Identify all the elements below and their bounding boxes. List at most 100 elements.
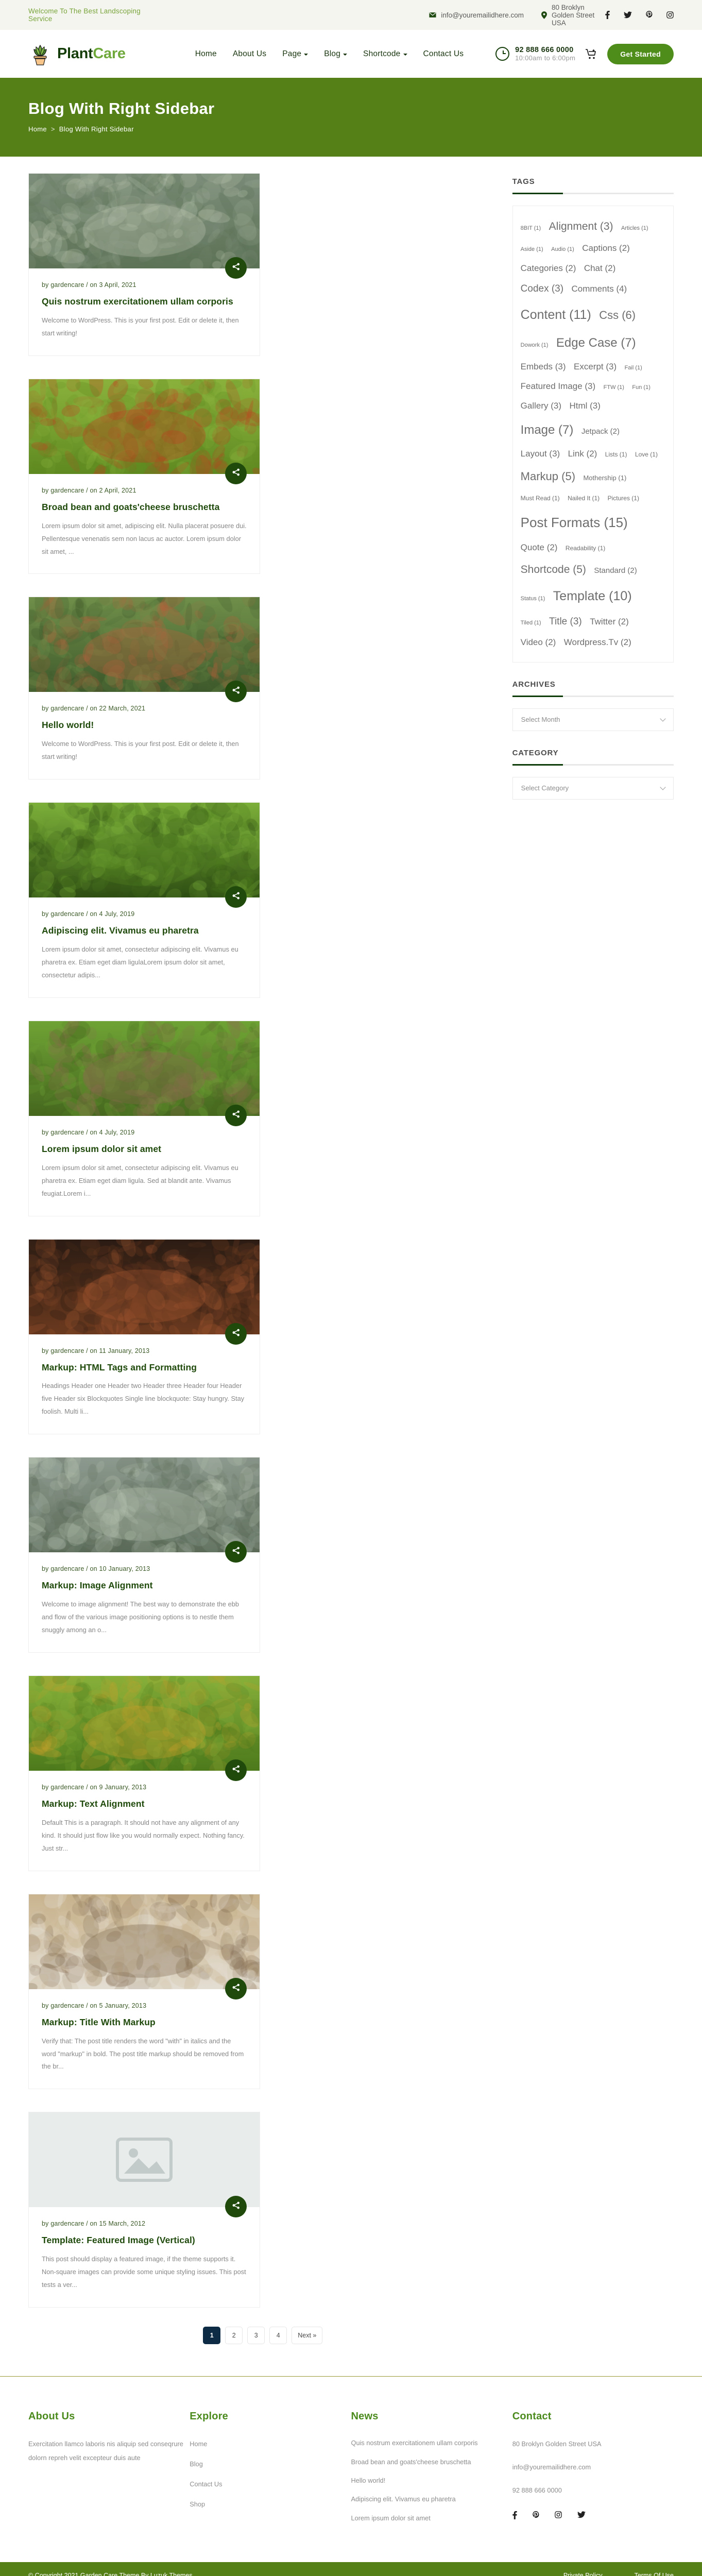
tag-link[interactable]: Excerpt (3) [574,357,617,377]
post-title[interactable]: Adipiscing elit. Vivamus eu pharetra [42,924,247,937]
share-button[interactable] [225,463,247,484]
post-card[interactable]: by gardencare / on 4 July, 2019 Lorem ips… [28,1021,260,1216]
tag-link[interactable]: Dowork (1) [521,339,549,352]
pinterest-icon[interactable] [646,11,653,19]
tag-link[interactable]: Title (3) [549,611,582,633]
post-card[interactable]: by gardencare / on 5 January, 2013 Markup… [28,1894,260,2090]
post-title[interactable]: Markup: Image Alignment [42,1579,247,1592]
post-card[interactable]: by gardencare / on 2 April, 2021 Broad be… [28,379,260,574]
post-title[interactable]: Markup: HTML Tags and Formatting [42,1361,247,1374]
breadcrumb-home[interactable]: Home [28,125,47,133]
post-card[interactable]: by gardencare / on 11 January, 2013 Marku… [28,1239,260,1435]
tag-link[interactable]: Twitter (2) [590,612,629,632]
private-policy-link[interactable]: Private Policy [563,2572,603,2576]
post-featured-image[interactable] [29,1894,260,1989]
facebook-icon[interactable] [512,2511,517,2519]
post-title[interactable]: Markup: Text Alignment [42,1798,247,1810]
footer-phone[interactable]: 92 888 666 0000 [512,2484,674,2498]
terms-of-use-link[interactable]: Terms Of Use [635,2572,674,2576]
share-button[interactable] [225,257,247,279]
tag-link[interactable]: Jetpack (2) [581,423,620,440]
tag-link[interactable]: Template (10) [553,582,632,611]
twitter-icon[interactable] [577,2511,586,2519]
post-featured-image[interactable] [29,379,260,474]
nav-item-home[interactable]: Home [195,49,217,59]
pinterest-icon[interactable] [533,2511,539,2519]
pagination-page-3[interactable]: 3 [247,2327,265,2344]
tag-link[interactable]: Css (6) [599,302,636,328]
tag-link[interactable]: Featured Image (3) [521,377,596,396]
share-button[interactable] [225,886,247,908]
archives-select[interactable]: Select Month [512,708,674,731]
nav-item-contact-us[interactable]: Contact Us [423,49,464,59]
post-card[interactable]: by gardencare / on 15 March, 2012 Templat… [28,2112,260,2308]
site-logo[interactable]: PlantCare [28,42,126,66]
footer-explore-link[interactable]: Blog [190,2458,351,2471]
twitter-icon[interactable] [624,11,632,19]
post-title[interactable]: Broad bean and goats'cheese bruschetta [42,501,247,514]
post-card[interactable]: by gardencare / on 10 January, 2013 Marku… [28,1457,260,1653]
tag-link[interactable]: Html (3) [569,396,600,416]
get-started-button[interactable]: Get Started [607,44,674,64]
tag-link[interactable]: Embeds (3) [521,357,566,377]
instagram-icon[interactable] [666,11,674,19]
tag-link[interactable]: Link (2) [568,444,597,464]
footer-news-link[interactable]: Adipiscing elit. Vivamus eu pharetra [351,2494,512,2505]
post-card[interactable]: by gardencare / on 22 March, 2021 Hello w… [28,597,260,779]
nav-item-about-us[interactable]: About Us [233,49,266,59]
footer-explore-link[interactable]: Contact Us [190,2478,351,2492]
tag-link[interactable]: Tiled (1) [521,617,541,630]
share-button[interactable] [225,1105,247,1126]
tag-link[interactable]: Gallery (3) [521,396,561,416]
tag-link[interactable]: Markup (5) [521,464,575,489]
top-bar-address[interactable]: 80 Broklyn Golden Street USA [541,4,605,27]
share-button[interactable] [225,1978,247,1999]
pagination-page-4[interactable]: 4 [269,2327,287,2344]
category-select[interactable]: Select Category [512,777,674,800]
tag-link[interactable]: Quote (2) [521,538,558,557]
tag-link[interactable]: Chat (2) [584,259,615,278]
pagination-page-2[interactable]: 2 [225,2327,243,2344]
tag-link[interactable]: Categories (2) [521,259,576,278]
tag-link[interactable]: Pictures (1) [608,492,639,505]
tag-link[interactable]: Audio (1) [551,243,574,256]
tag-link[interactable]: Shortcode (5) [521,557,586,582]
tag-link[interactable]: Captions (2) [582,239,630,258]
tag-link[interactable]: Video (2) [521,633,556,652]
post-title[interactable]: Quis nostrum exercitationem ullam corpor… [42,295,247,308]
post-title[interactable]: Markup: Title With Markup [42,2016,247,2029]
tag-link[interactable]: Fun (1) [632,381,650,394]
post-card[interactable]: by gardencare / on 4 July, 2019 Adipiscin… [28,802,260,998]
tag-link[interactable]: Codex (3) [521,278,563,300]
share-button[interactable] [225,1323,247,1345]
post-card[interactable]: by gardencare / on 9 January, 2013 Markup… [28,1675,260,1871]
tag-link[interactable]: Edge Case (7) [556,329,636,357]
post-featured-image[interactable] [29,2112,260,2207]
tag-link[interactable]: Must Read (1) [521,492,560,505]
pagination-next[interactable]: Next » [292,2327,322,2344]
footer-news-link[interactable]: Hello world! [351,2475,512,2486]
post-featured-image[interactable] [29,1458,260,1552]
tag-link[interactable]: Lists (1) [605,448,627,462]
nav-item-shortcode[interactable]: Shortcode [363,49,407,59]
post-title[interactable]: Hello world! [42,719,247,732]
footer-news-link[interactable]: Broad bean and goats'cheese bruschetta [351,2456,512,2468]
tag-link[interactable]: Nailed It (1) [568,492,600,505]
post-featured-image[interactable] [29,1021,260,1116]
tag-link[interactable]: Content (11) [521,300,591,329]
tag-link[interactable]: Standard (2) [594,562,637,580]
nav-item-page[interactable]: Page [282,49,308,59]
instagram-icon[interactable] [555,2511,562,2519]
tag-link[interactable]: Readability (1) [566,541,605,555]
tag-link[interactable]: Alignment (3) [549,214,613,239]
share-button[interactable] [225,1759,247,1781]
tag-link[interactable]: Image (7) [521,416,574,444]
tag-link[interactable]: Mothership (1) [583,470,626,485]
post-card[interactable]: by gardencare / on 3 April, 2021 Quis nos… [28,173,260,356]
footer-news-link[interactable]: Quis nostrum exercitationem ullam corpor… [351,2437,512,2449]
tag-link[interactable]: Love (1) [635,448,658,462]
footer-news-link[interactable]: Lorem ipsum dolor sit amet [351,2513,512,2524]
nav-item-blog[interactable]: Blog [324,49,347,59]
tag-link[interactable]: Layout (3) [521,444,560,464]
share-button[interactable] [225,1541,247,1563]
